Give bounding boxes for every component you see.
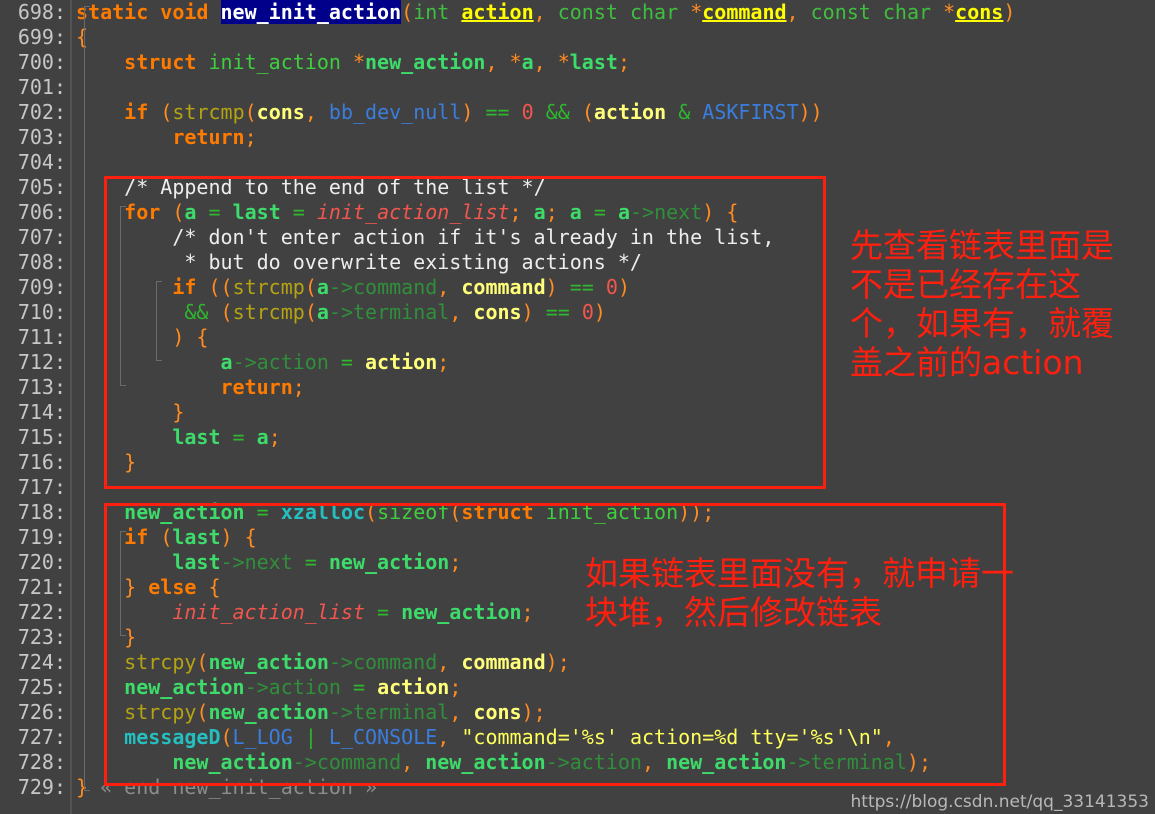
- code-editor-window: 698: 699: 700: 701: 702: 703: 704: 705: …: [0, 0, 1155, 814]
- code-line-719: if (last) {: [124, 525, 257, 549]
- fold-tick-top: [84, 6, 90, 7]
- watermark-url: https://blog.csdn.net/qq_33141353: [850, 792, 1149, 812]
- line-number: 702:: [17, 100, 66, 124]
- code-line-698: static void new_init_action(int action, …: [76, 0, 1016, 24]
- code-line-725: new_action->action = action;: [124, 675, 462, 699]
- line-number: 721:: [17, 575, 66, 599]
- line-number: 699:: [17, 25, 66, 49]
- line-number: 719:: [17, 525, 66, 549]
- code-line-714: }: [172, 400, 185, 424]
- fold-guide-for-loop: [120, 206, 121, 385]
- line-number: 710:: [17, 300, 66, 324]
- code-line-726: strcpy(new_action->terminal, cons);: [124, 700, 546, 724]
- line-number: 729:: [17, 775, 66, 799]
- fold-guide-if-last: [120, 531, 121, 635]
- code-text-area[interactable]: static void new_init_action(int action, …: [76, 0, 1155, 814]
- line-number-gutter: 698: 699: 700: 701: 702: 703: 704: 705: …: [0, 0, 72, 814]
- line-number: 698:: [17, 0, 66, 24]
- line-number: 708:: [17, 250, 66, 274]
- code-line-728: new_action->command, new_action->action,…: [172, 750, 931, 774]
- line-number: 707:: [17, 225, 66, 249]
- fold-tick-if-top: [156, 281, 162, 282]
- code-line-702: if (strcmp(cons, bb_dev_null) == 0 && (a…: [124, 100, 823, 124]
- line-number: 718:: [17, 500, 66, 524]
- fold-guide-inner-if: [156, 281, 157, 360]
- line-number: 705:: [17, 175, 66, 199]
- code-line-703: return;: [172, 125, 257, 149]
- fold-guide-function: [84, 6, 85, 790]
- code-line-699: {: [76, 25, 89, 49]
- code-line-727: messageD(L_LOG | L_CONSOLE, "command='%s…: [124, 725, 895, 749]
- line-number: 720:: [17, 550, 66, 574]
- code-line-718: new_action = xzalloc(sizeof(struct init_…: [124, 500, 715, 524]
- line-number: 722:: [17, 600, 66, 624]
- line-number: 709:: [17, 275, 66, 299]
- line-number: 715:: [17, 425, 66, 449]
- code-line-700: struct init_action *new_action, *a, *las…: [124, 50, 630, 74]
- annotation-note-append: 如果链表里面没有，就申请一 块堆，然后修改链表: [585, 554, 1014, 632]
- line-number: 725:: [17, 675, 66, 699]
- line-number: 723:: [17, 625, 66, 649]
- line-number: 726:: [17, 700, 66, 724]
- line-number: 700:: [17, 50, 66, 74]
- code-line-706: for (a = last = init_action_list; a; a =…: [124, 200, 739, 224]
- code-line-724: strcpy(new_action->command, command);: [124, 650, 570, 674]
- fold-tick-bottom: [84, 790, 90, 791]
- fold-end-comment: « end new_init_action »: [100, 775, 378, 799]
- code-line-705: /* Append to the end of the list */: [124, 175, 546, 199]
- line-number: 712:: [17, 350, 66, 374]
- highlighted-symbol[interactable]: new_init_action: [220, 0, 402, 24]
- line-number: 717:: [17, 475, 66, 499]
- line-number: 727:: [17, 725, 66, 749]
- line-number: 714:: [17, 400, 66, 424]
- annotation-note-search: 先查看链表里面是 不是已经存在这 个，如果有，就覆 盖之前的action: [850, 226, 1114, 382]
- line-number: 728:: [17, 750, 66, 774]
- fold-tick-if-bottom: [156, 360, 162, 361]
- line-number: 701:: [17, 75, 66, 99]
- line-number: 711:: [17, 325, 66, 349]
- line-number: 713:: [17, 375, 66, 399]
- line-number: 704:: [17, 150, 66, 174]
- line-number: 703:: [17, 125, 66, 149]
- line-number: 716:: [17, 450, 66, 474]
- fold-tick-for-bottom: [120, 385, 126, 386]
- fold-tick-for-top: [120, 206, 126, 207]
- code-line-716: }: [124, 450, 137, 474]
- line-number: 724:: [17, 650, 66, 674]
- code-line-715: last = a;: [172, 425, 281, 449]
- fold-tick-last-top: [120, 531, 126, 532]
- line-number: 706:: [17, 200, 66, 224]
- fold-tick-last-bot: [120, 635, 126, 636]
